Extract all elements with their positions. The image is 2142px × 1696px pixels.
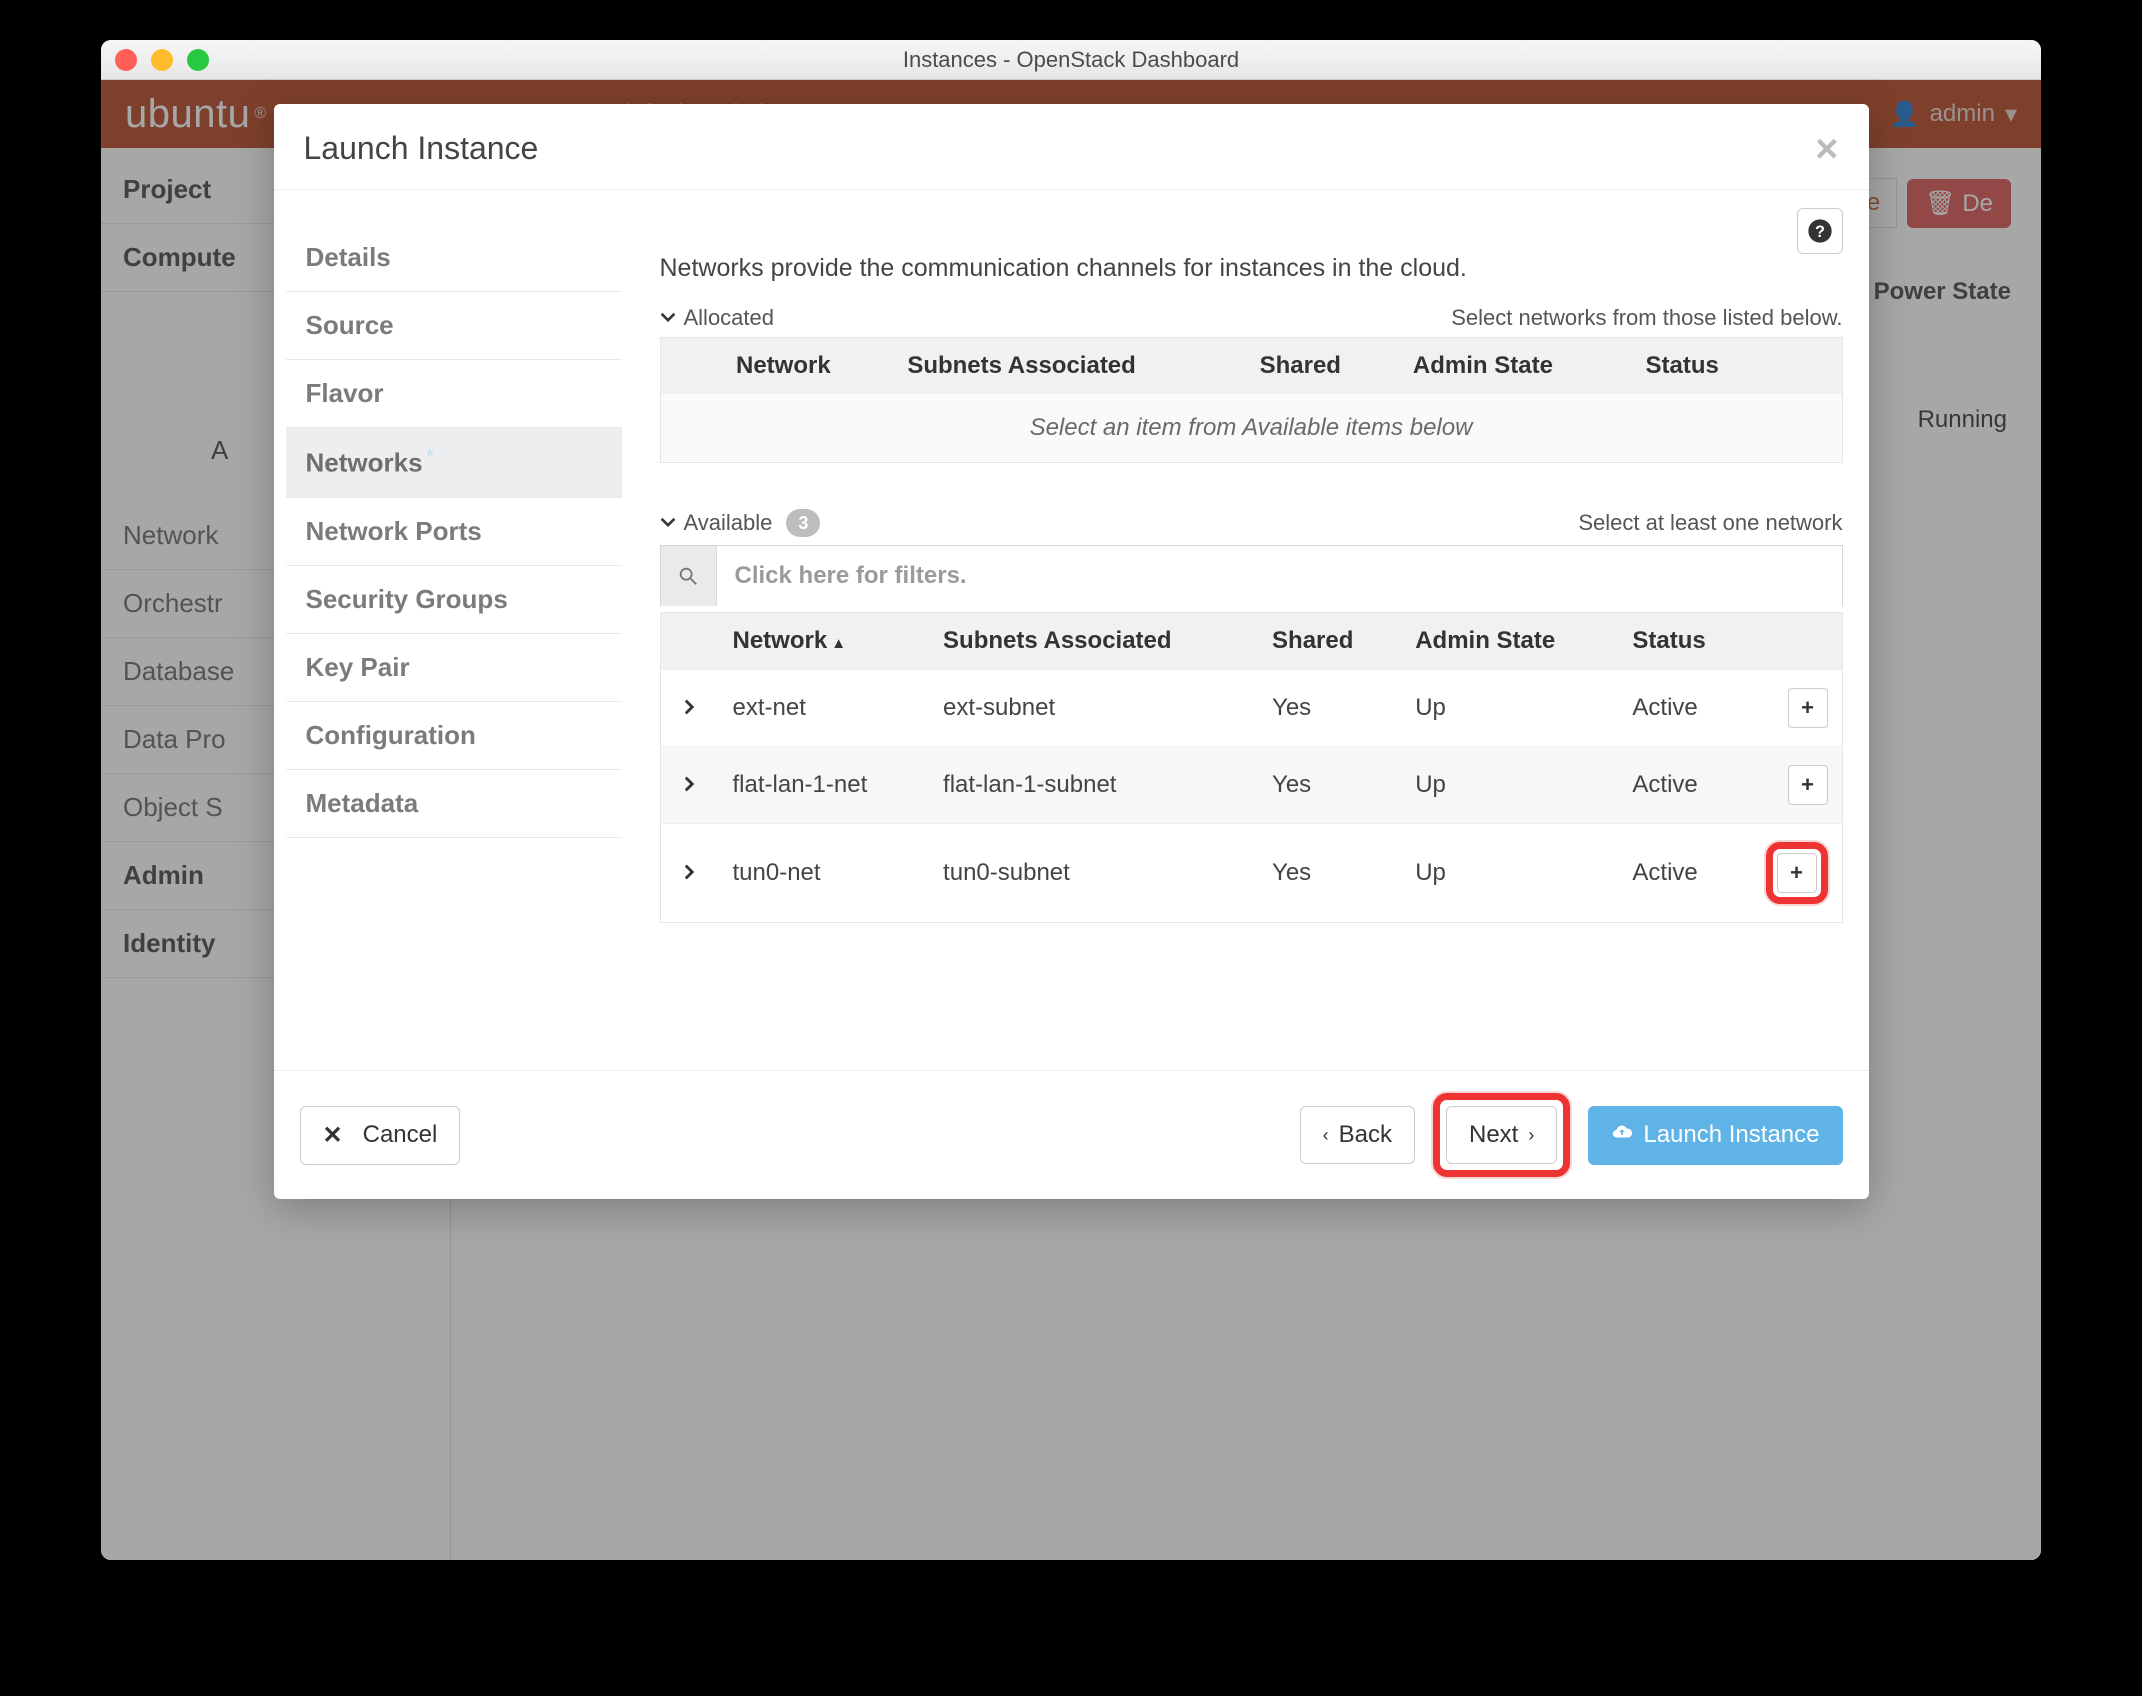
available-section-row: Available 3 Select at least one network (660, 509, 1843, 537)
allocated-empty-text: Select an item from Available items belo… (660, 394, 1842, 463)
col-network: Network (720, 338, 891, 395)
chevron-down-icon (660, 510, 676, 536)
cell-admin: Up (1399, 747, 1616, 824)
expand-row-button[interactable] (677, 772, 701, 796)
wizard-steps: Details Source Flavor Networks* Network … (274, 190, 634, 1070)
step-networks[interactable]: Networks* (286, 428, 622, 498)
allocated-toggle[interactable]: Allocated (660, 305, 775, 331)
app-body: ubuntu® ☰ default • admin ▾ 👤 admin ▾ Pr… (101, 80, 2041, 1560)
add-network-button[interactable]: + (1788, 688, 1828, 728)
col-admin[interactable]: Admin State (1399, 613, 1616, 670)
cell-add: + (1750, 747, 1843, 824)
search-icon (661, 546, 717, 606)
available-hint: Select at least one network (1578, 510, 1842, 536)
cell-network: flat-lan-1-net (717, 747, 928, 824)
modal-header: Launch Instance × (274, 104, 1869, 190)
launch-label: Launch Instance (1643, 1121, 1819, 1149)
col-shared[interactable]: Shared (1256, 613, 1399, 670)
cell-shared: Yes (1256, 670, 1399, 747)
col-subnets[interactable]: Subnets Associated (927, 613, 1256, 670)
modal-body: Details Source Flavor Networks* Network … (274, 190, 1869, 1070)
allocated-table: Network Subnets Associated Shared Admin … (660, 337, 1843, 463)
cancel-label: Cancel (363, 1121, 438, 1149)
cloud-upload-icon (1611, 1121, 1633, 1150)
mac-titlebar: Instances - OpenStack Dashboard (101, 40, 2041, 80)
cell-network: ext-net (717, 670, 928, 747)
modal-overlay: Launch Instance × Details Source Flavor … (101, 80, 2041, 1560)
table-row: flat-lan-1-netflat-lan-1-subnetYesUpActi… (660, 747, 1842, 824)
step-source[interactable]: Source (286, 292, 622, 360)
add-network-button[interactable]: + (1777, 853, 1817, 893)
available-label: Available (684, 510, 773, 536)
filter-row (660, 545, 1843, 606)
step-flavor[interactable]: Flavor (286, 360, 622, 428)
step-key-pair[interactable]: Key Pair (286, 634, 622, 702)
table-row: ext-netext-subnetYesUpActive + (660, 670, 1842, 747)
svg-text:?: ? (1815, 223, 1825, 241)
col-status[interactable]: Status (1616, 613, 1749, 670)
required-asterisk-icon: * (427, 446, 434, 466)
cell-shared: Yes (1256, 824, 1399, 923)
cell-status: Active (1616, 824, 1749, 923)
chevron-left-icon: ‹ (1323, 1125, 1329, 1146)
cell-status: Active (1616, 670, 1749, 747)
step-security-groups[interactable]: Security Groups (286, 566, 622, 634)
add-network-button[interactable]: + (1788, 765, 1828, 805)
cell-add: + (1750, 824, 1843, 923)
help-button[interactable]: ? (1797, 208, 1843, 254)
allocated-section-row: Allocated Select networks from those lis… (660, 305, 1843, 331)
close-icon[interactable]: × (1815, 137, 1838, 161)
cell-subnet: ext-subnet (927, 670, 1256, 747)
available-toggle[interactable]: Available 3 (660, 509, 821, 537)
footer-right: ‹ Back Next › Launch Instance (1300, 1093, 1843, 1177)
window-title: Instances - OpenStack Dashboard (101, 47, 2041, 73)
step-details[interactable]: Details (286, 224, 622, 292)
chevron-right-icon: › (1528, 1125, 1534, 1146)
sort-asc-icon: ▲ (831, 635, 846, 652)
modal-title: Launch Instance (304, 130, 539, 167)
wizard-content: ? Networks provide the communication cha… (634, 190, 1869, 1070)
allocated-label: Allocated (684, 305, 775, 331)
launch-instance-modal: Launch Instance × Details Source Flavor … (274, 104, 1869, 1199)
col-status: Status (1630, 338, 1772, 395)
step-configuration[interactable]: Configuration (286, 702, 622, 770)
intro-text: Networks provide the communication chann… (660, 254, 1843, 283)
expand-row-button[interactable] (677, 695, 701, 719)
app-window: Instances - OpenStack Dashboard ubuntu® … (101, 40, 2041, 1560)
col-subnets: Subnets Associated (891, 338, 1243, 395)
cell-network: tun0-net (717, 824, 928, 923)
cell-subnet: flat-lan-1-subnet (927, 747, 1256, 824)
cell-admin: Up (1399, 670, 1616, 747)
available-count-badge: 3 (786, 509, 820, 537)
cancel-button[interactable]: Cancel (300, 1106, 461, 1165)
x-icon (323, 1121, 353, 1150)
back-button[interactable]: ‹ Back (1300, 1106, 1415, 1164)
next-label: Next (1469, 1121, 1518, 1149)
cell-admin: Up (1399, 824, 1616, 923)
col-shared: Shared (1244, 338, 1397, 395)
add-highlight: + (1766, 842, 1828, 904)
table-row: tun0-nettun0-subnetYesUpActive + (660, 824, 1842, 923)
filter-input[interactable] (717, 546, 1842, 606)
next-button[interactable]: Next › (1446, 1106, 1557, 1164)
col-network[interactable]: Network▲ (717, 613, 928, 670)
next-highlight: Next › (1433, 1093, 1570, 1177)
step-network-ports[interactable]: Network Ports (286, 498, 622, 566)
back-label: Back (1339, 1121, 1392, 1149)
col-admin: Admin State (1397, 338, 1630, 395)
modal-footer: Cancel ‹ Back Next › (274, 1070, 1869, 1199)
expand-row-button[interactable] (677, 860, 701, 884)
chevron-down-icon (660, 305, 676, 331)
cell-status: Active (1616, 747, 1749, 824)
launch-instance-button[interactable]: Launch Instance (1588, 1106, 1842, 1165)
allocated-hint: Select networks from those listed below. (1451, 305, 1842, 331)
cell-subnet: tun0-subnet (927, 824, 1256, 923)
cell-shared: Yes (1256, 747, 1399, 824)
step-label: Networks (306, 448, 423, 478)
available-table: Network▲ Subnets Associated Shared Admin… (660, 612, 1843, 923)
help-icon: ? (1806, 217, 1834, 245)
cell-add: + (1750, 670, 1843, 747)
step-metadata[interactable]: Metadata (286, 770, 622, 838)
